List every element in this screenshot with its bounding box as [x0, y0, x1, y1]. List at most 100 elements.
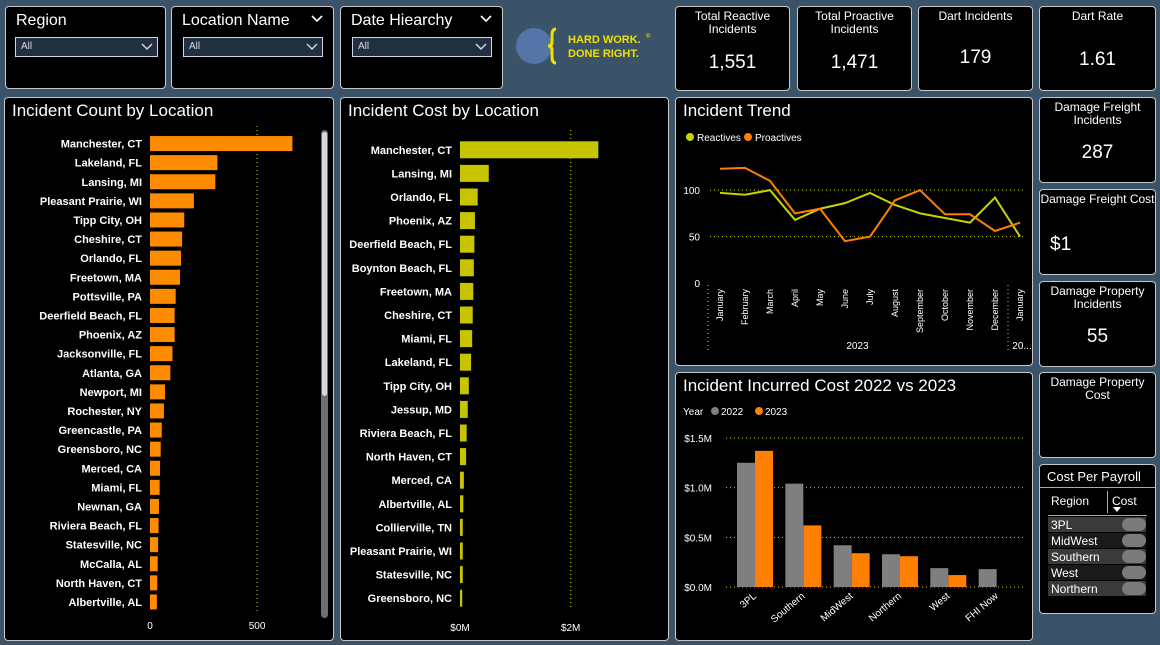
legend-label[interactable]: 2022: [721, 407, 744, 418]
bar[interactable]: [460, 495, 464, 513]
table-row[interactable]: Southern: [1048, 549, 1146, 564]
bar[interactable]: [150, 327, 175, 343]
table-header-region[interactable]: Region: [1051, 494, 1089, 508]
bar[interactable]: [460, 306, 473, 324]
table-row[interactable]: West: [1048, 565, 1146, 580]
bar[interactable]: [150, 422, 162, 438]
bar[interactable]: [150, 441, 161, 457]
bar[interactable]: [460, 471, 464, 489]
x-tick-label: June: [840, 289, 850, 309]
bar[interactable]: [460, 259, 474, 277]
bar[interactable]: [150, 174, 216, 190]
bar[interactable]: [851, 553, 870, 587]
x-tick-label: July: [865, 289, 875, 306]
bar[interactable]: [150, 155, 218, 171]
bar[interactable]: [882, 554, 900, 587]
bar[interactable]: [150, 556, 158, 572]
bar[interactable]: [150, 193, 194, 209]
chevron-down-icon[interactable]: [309, 11, 325, 27]
bar[interactable]: [150, 594, 157, 610]
legend-label[interactable]: Proactives: [755, 133, 802, 144]
kpi-total-proactive: Total Proactive Incidents 1,471: [797, 6, 912, 91]
bar[interactable]: [150, 346, 173, 362]
bar[interactable]: [150, 269, 180, 285]
series-line[interactable]: [719, 166, 1021, 243]
bar[interactable]: [150, 365, 171, 381]
bar[interactable]: [460, 353, 472, 371]
bar[interactable]: [150, 575, 158, 591]
table-header-cost[interactable]: Cost: [1112, 494, 1137, 508]
sort-descending-icon[interactable]: [1113, 507, 1121, 512]
date-dropdown-value: All: [358, 41, 370, 52]
x-group-label: 20...: [1012, 341, 1031, 352]
table-row[interactable]: MidWest: [1048, 533, 1146, 548]
bar[interactable]: [460, 212, 475, 230]
category-label: Rochester, NY: [67, 406, 142, 418]
logo-registered: ®: [646, 33, 651, 40]
bar[interactable]: [930, 568, 949, 587]
bar[interactable]: [150, 231, 183, 247]
bar[interactable]: [150, 537, 159, 553]
bar[interactable]: [460, 235, 475, 253]
bar[interactable]: [150, 136, 293, 152]
bar[interactable]: [460, 518, 463, 536]
kpi-dart-rate: Dart Rate 1.61: [1039, 6, 1156, 91]
bar[interactable]: [460, 164, 489, 182]
kpi-total-reactive: Total Reactive Incidents 1,551: [675, 6, 790, 91]
table-row[interactable]: 3PL: [1048, 517, 1146, 532]
region-dropdown-value: All: [21, 41, 33, 52]
bar[interactable]: [150, 212, 185, 228]
bar[interactable]: [948, 575, 967, 587]
bar[interactable]: [150, 479, 160, 495]
bar[interactable]: [785, 483, 804, 587]
bar[interactable]: [460, 424, 467, 442]
bar[interactable]: [460, 542, 463, 560]
bar[interactable]: [900, 556, 918, 587]
bar[interactable]: [150, 250, 182, 266]
kpi-damage-freight-cost-value: $1: [1050, 234, 1072, 255]
category-label: Cheshire, CT: [74, 234, 142, 246]
category-label: North Haven, CT: [366, 452, 452, 464]
category-label: Riviera Beach, FL: [50, 521, 143, 533]
table-cell-region: MidWest: [1051, 534, 1098, 548]
bar[interactable]: [460, 330, 473, 348]
bar[interactable]: [460, 400, 468, 418]
bar[interactable]: [150, 307, 175, 323]
date-slicer-title: Date Hiearchy: [351, 12, 453, 29]
table-row[interactable]: Northern: [1048, 581, 1146, 596]
bar[interactable]: [460, 448, 467, 466]
date-dropdown[interactable]: All: [352, 37, 492, 57]
bar[interactable]: [460, 566, 463, 584]
chevron-down-icon[interactable]: [478, 11, 494, 27]
bar[interactable]: [803, 525, 822, 587]
x-tick-label: January: [1015, 289, 1025, 322]
bar[interactable]: [978, 569, 997, 587]
bar[interactable]: [460, 188, 478, 206]
bar[interactable]: [150, 518, 159, 534]
series-line[interactable]: [719, 189, 1021, 238]
legend-title: Year: [683, 407, 704, 418]
bar[interactable]: [460, 377, 469, 395]
scrollbar-thumb[interactable]: [322, 132, 327, 396]
category-label: Greencastle, PA: [58, 425, 142, 437]
location-dropdown[interactable]: All: [183, 37, 323, 57]
category-label: Boynton Beach, FL: [352, 263, 453, 275]
bar[interactable]: [460, 141, 599, 159]
bar[interactable]: [833, 545, 852, 587]
bar[interactable]: [150, 288, 176, 304]
bar[interactable]: [755, 450, 773, 587]
region-dropdown[interactable]: All: [15, 37, 158, 57]
category-label: Phoenix, AZ: [79, 330, 142, 342]
x-tick-label: December: [990, 289, 1000, 331]
x-tick-label: September: [915, 289, 925, 333]
legend-label[interactable]: Reactives: [697, 133, 741, 144]
bar[interactable]: [460, 589, 463, 607]
bar[interactable]: [150, 403, 164, 419]
bar[interactable]: [150, 498, 159, 514]
bar[interactable]: [150, 460, 161, 476]
legend-label[interactable]: 2023: [765, 407, 788, 418]
bar[interactable]: [737, 462, 755, 587]
x-tick-label: MidWest: [819, 591, 856, 624]
bar[interactable]: [150, 384, 165, 400]
bar[interactable]: [460, 282, 474, 300]
